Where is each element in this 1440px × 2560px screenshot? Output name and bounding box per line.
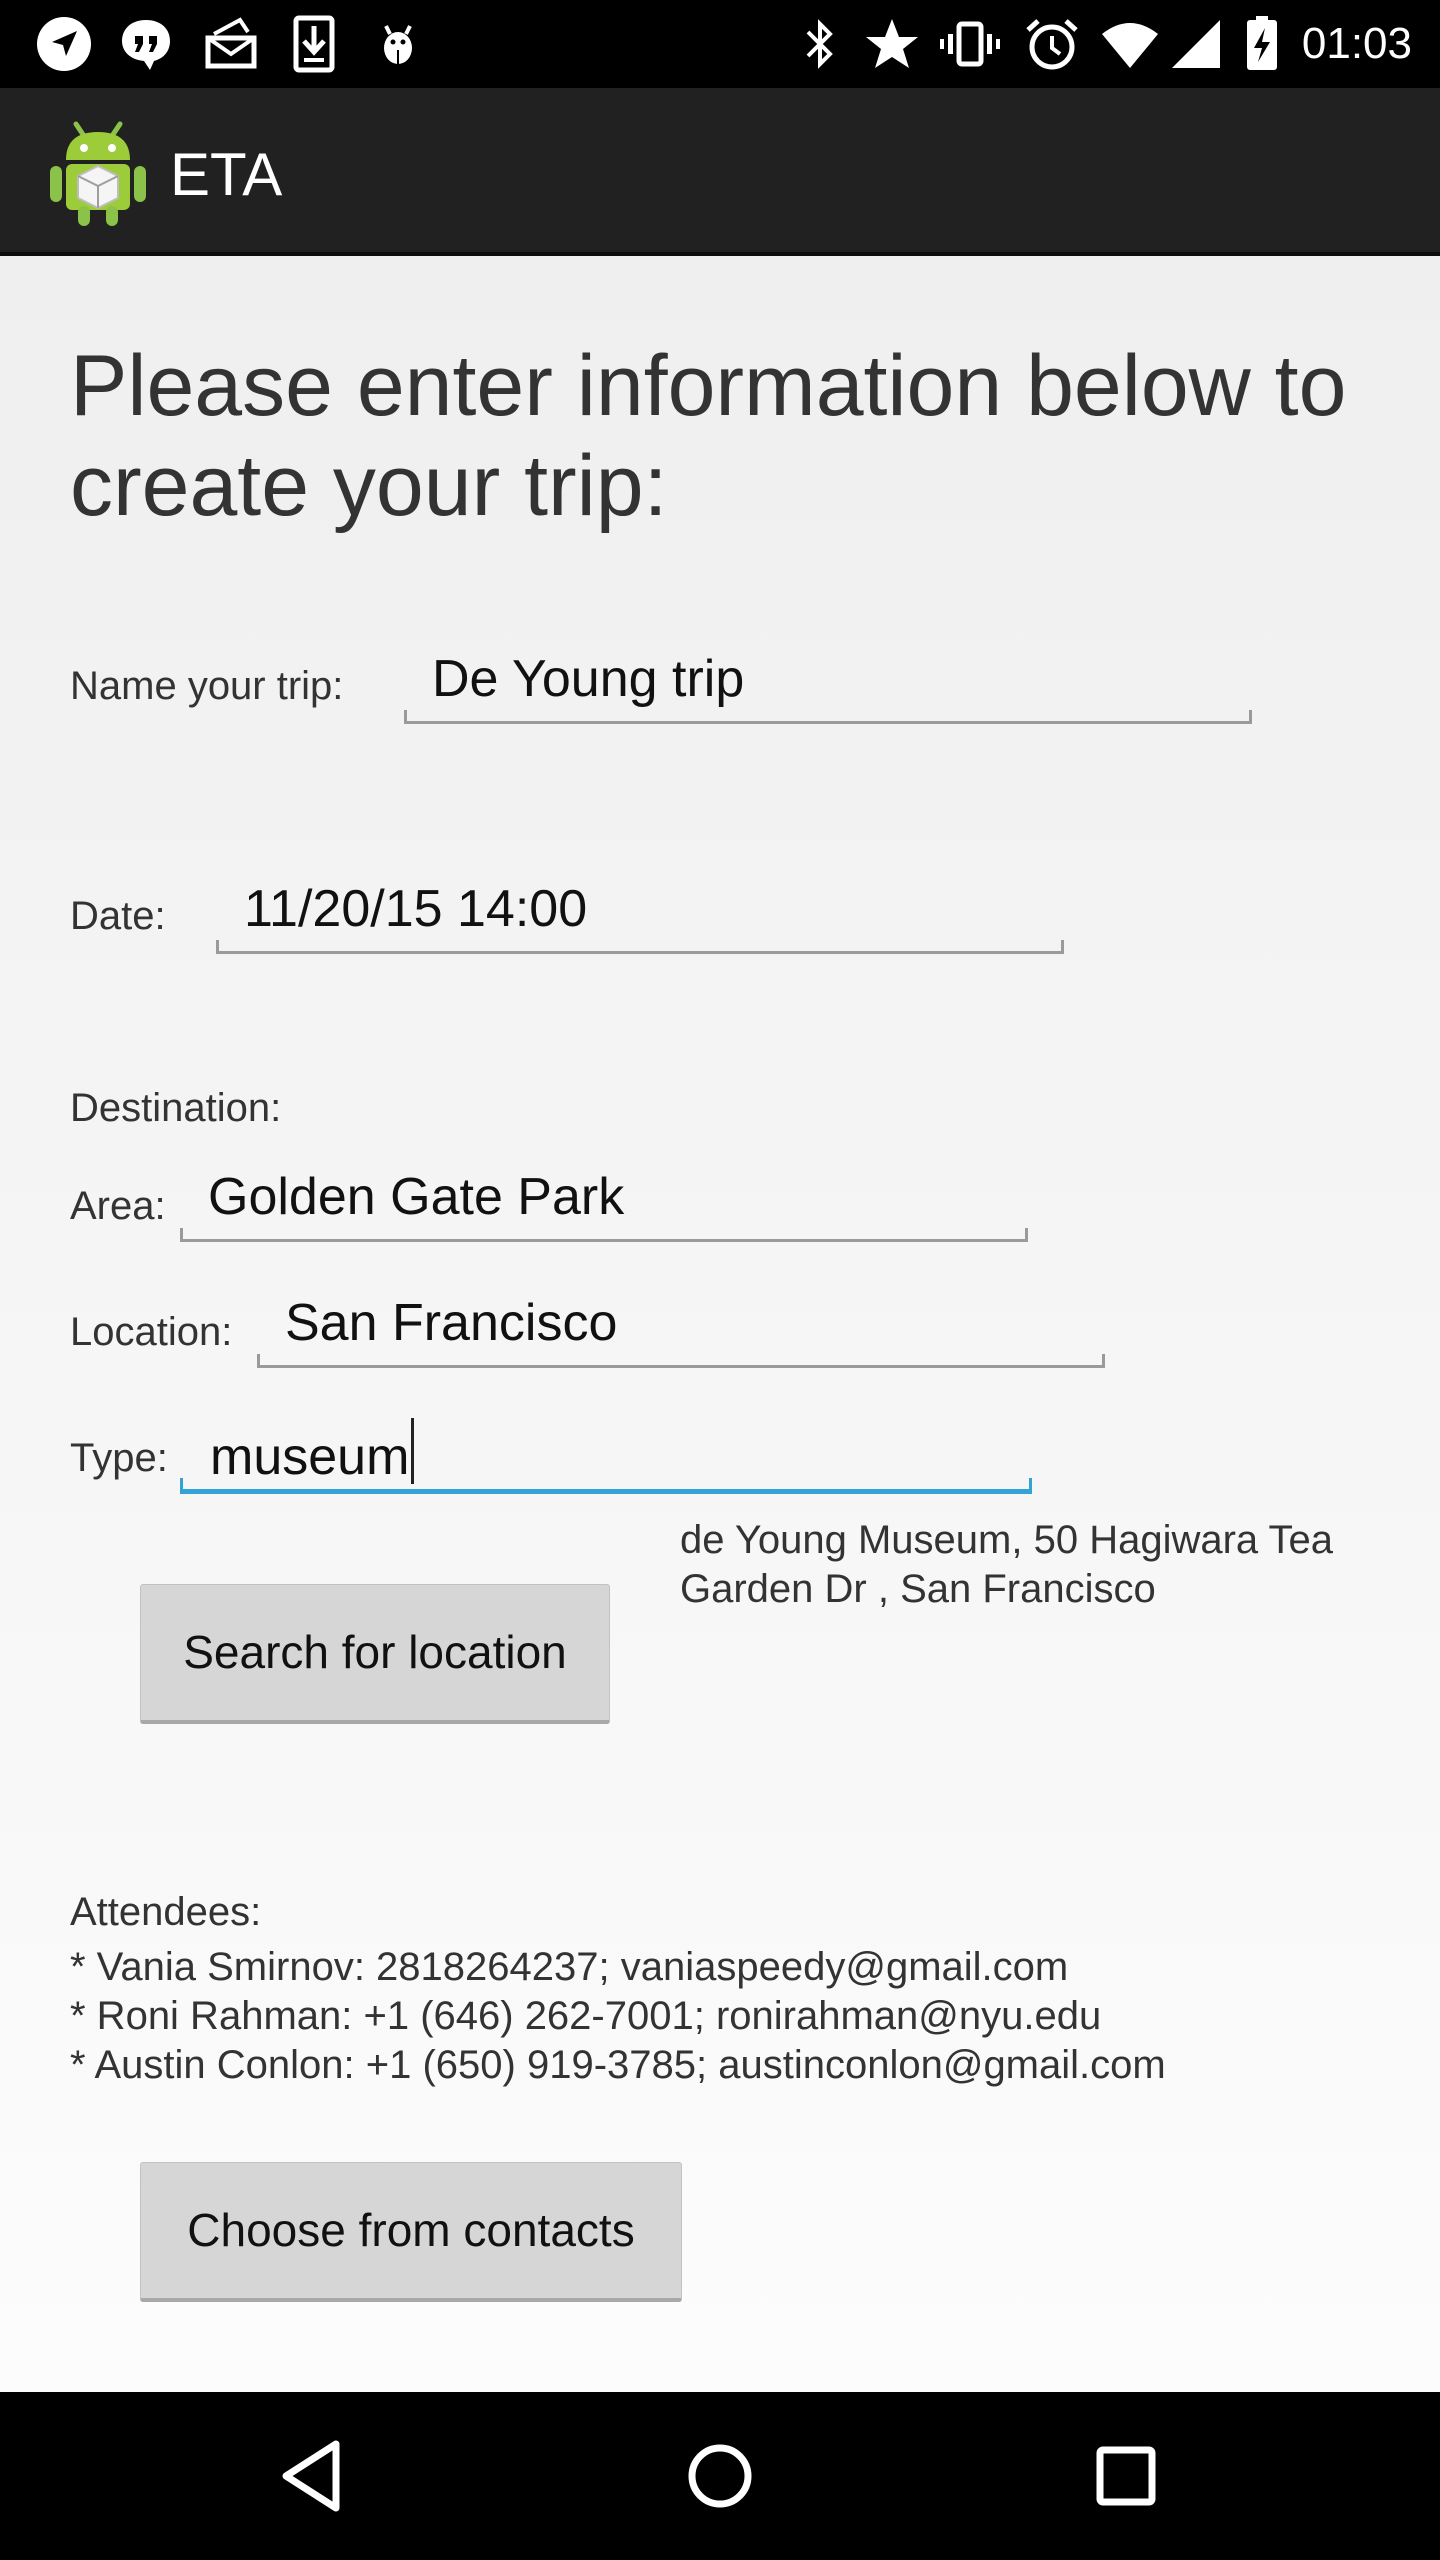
star-icon bbox=[866, 19, 918, 68]
attendee-item: * Vania Smirnov: 2818264237; vaniaspeedy… bbox=[70, 1945, 1069, 1989]
recents-icon[interactable] bbox=[1086, 2436, 1166, 2516]
quote-icon bbox=[122, 20, 170, 70]
attendee-item: * Austin Conlon: +1 (650) 919-3785; aust… bbox=[70, 2043, 1166, 2087]
date-value: 11/20/15 14:00 bbox=[244, 880, 588, 938]
attendees-label: Attendees: bbox=[70, 1890, 262, 1934]
area-field[interactable]: Golden Gate Park bbox=[180, 1162, 1028, 1242]
search-location-button[interactable]: Search for location bbox=[140, 1584, 610, 1724]
area-label: Area: bbox=[70, 1184, 166, 1228]
attendees-section: Attendees: * Vania Smirnov: 2818264237; … bbox=[70, 1888, 1410, 2090]
text-cursor bbox=[411, 1418, 415, 1484]
home-icon[interactable] bbox=[680, 2436, 760, 2516]
location-field[interactable]: San Francisco bbox=[257, 1288, 1105, 1368]
navigation-icon bbox=[37, 17, 91, 71]
signal-icon bbox=[1172, 20, 1220, 68]
page-title: Please enter information below to create… bbox=[70, 338, 1347, 534]
attendee-item: * Roni Rahman: +1 (646) 262-7001; ronira… bbox=[70, 1994, 1102, 2038]
clock: 01:03 bbox=[1301, 19, 1412, 68]
type-field[interactable]: museum bbox=[180, 1414, 1032, 1494]
search-result[interactable]: de Young Museum, 50 Hagiwara Tea Garden … bbox=[680, 1516, 1400, 1614]
location-label: Location: bbox=[70, 1310, 233, 1354]
date-field[interactable]: 11/20/15 14:00 bbox=[216, 874, 1064, 954]
app-title: ETA bbox=[170, 141, 283, 208]
alarm-icon bbox=[1026, 19, 1078, 70]
destination-label: Destination: bbox=[70, 1086, 282, 1130]
battery-charging-icon bbox=[1247, 16, 1277, 70]
android-debug-icon bbox=[384, 25, 412, 64]
trip-form: Please enter information below to create… bbox=[0, 256, 1440, 2392]
date-label: Date: bbox=[70, 894, 166, 938]
trip-name-field[interactable]: De Young trip bbox=[404, 644, 1252, 724]
back-icon[interactable] bbox=[276, 2436, 356, 2516]
type-value: museum bbox=[210, 1428, 410, 1486]
status-bar: 01:03 bbox=[0, 0, 1440, 88]
app-bar: ETA bbox=[0, 88, 1440, 256]
vibrate-icon bbox=[940, 21, 1000, 67]
android-app-icon bbox=[50, 121, 146, 226]
area-value: Golden Gate Park bbox=[208, 1168, 625, 1226]
choose-contacts-button[interactable]: Choose from contacts bbox=[140, 2162, 682, 2302]
location-value: San Francisco bbox=[285, 1294, 618, 1352]
download-icon bbox=[293, 15, 335, 73]
navigation-bar bbox=[0, 2392, 1440, 2560]
type-label: Type: bbox=[70, 1436, 168, 1480]
trip-name-label: Name your trip: bbox=[70, 664, 344, 708]
mail-icon bbox=[205, 17, 257, 69]
wifi-icon bbox=[1102, 23, 1158, 68]
trip-name-value: De Young trip bbox=[432, 650, 745, 708]
bluetooth-icon bbox=[806, 19, 833, 69]
